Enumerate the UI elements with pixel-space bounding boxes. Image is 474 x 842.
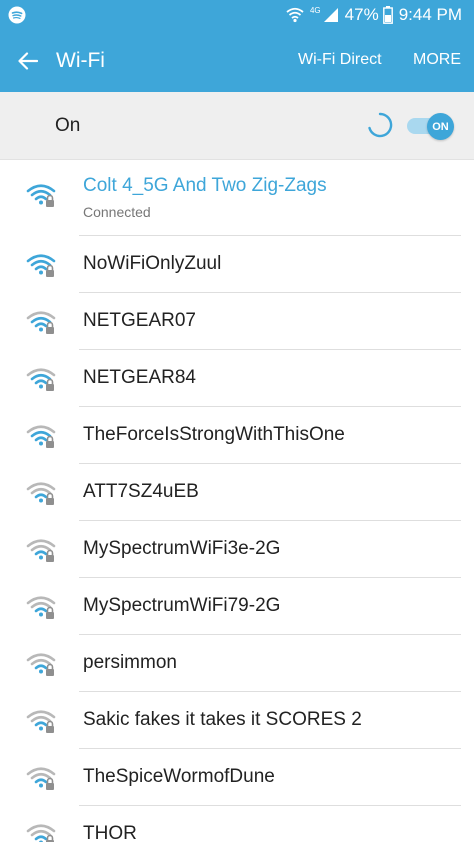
back-button[interactable] <box>10 44 46 78</box>
network-item[interactable]: MySpectrumWiFi79-2G <box>0 578 474 635</box>
network-name: NoWiFiOnlyZuul <box>83 253 222 274</box>
network-name: TheSpiceWormofDune <box>83 766 275 787</box>
network-name: ATT7SZ4uEB <box>83 481 199 502</box>
battery-percent: 47% <box>344 5 379 24</box>
wifi-signal-locked-icon <box>26 482 56 505</box>
network-name: persimmon <box>83 652 177 673</box>
wifi-signal-locked-icon <box>26 596 56 619</box>
network-name: THOR <box>83 823 137 842</box>
network-item[interactable]: THOR <box>0 806 474 842</box>
wifi-signal-locked-icon <box>26 767 56 790</box>
network-item[interactable]: MySpectrumWiFi3e-2G <box>0 521 474 578</box>
battery-icon <box>382 6 393 24</box>
wifi-signal-locked-icon <box>26 710 56 733</box>
network-item[interactable]: persimmon <box>0 635 474 692</box>
status-bar: 4G 47% 9:44 PM <box>0 0 474 30</box>
network-type-label: 4G <box>309 5 321 15</box>
network-item[interactable]: ATT7SZ4uEB <box>0 464 474 521</box>
wifi-direct-button[interactable]: Wi-Fi Direct <box>298 51 382 69</box>
network-name: MySpectrumWiFi3e-2G <box>83 538 281 559</box>
network-item[interactable]: NoWiFiOnlyZuul <box>0 236 474 293</box>
page-title: Wi-Fi <box>56 49 105 72</box>
wifi-master-switch-row[interactable]: On ON <box>0 92 474 160</box>
network-name: TheForceIsStrongWithThisOne <box>83 424 345 445</box>
network-item[interactable]: Sakic fakes it takes it SCORES 2 <box>0 692 474 749</box>
network-name: MySpectrumWiFi79-2G <box>83 595 281 616</box>
network-item[interactable]: NETGEAR84 <box>0 350 474 407</box>
network-item[interactable]: TheForceIsStrongWithThisOne <box>0 407 474 464</box>
master-switch-label: On <box>55 115 81 136</box>
network-name: NETGEAR84 <box>83 367 196 388</box>
toggle-thumb: ON <box>427 113 454 140</box>
cell-signal-icon <box>323 8 338 22</box>
more-button[interactable]: MORE <box>413 51 461 69</box>
wifi-signal-locked-icon <box>26 539 56 562</box>
wifi-signal-locked-icon <box>26 425 56 448</box>
wifi-toggle[interactable]: ON <box>407 113 454 140</box>
wifi-signal-locked-icon <box>26 824 56 842</box>
spotify-icon <box>8 6 26 24</box>
wifi-signal-locked-icon <box>26 368 56 391</box>
app-bar: Wi-Fi Wi-Fi Direct MORE <box>0 30 474 92</box>
scanning-spinner-icon <box>368 112 393 138</box>
network-item[interactable]: Colt 4_5G And Two Zig-Zags Connected <box>0 160 474 236</box>
network-name: Sakic fakes it takes it SCORES 2 <box>83 709 362 730</box>
wifi-status-icon <box>286 7 304 23</box>
network-list: Colt 4_5G And Two Zig-Zags Connected NoWiF… <box>0 160 474 842</box>
network-name: NETGEAR07 <box>83 310 196 331</box>
wifi-signal-locked-icon <box>26 311 56 334</box>
wifi-signal-locked-icon <box>26 184 56 207</box>
network-name: Colt 4_5G And Two Zig-Zags <box>83 175 327 196</box>
wifi-signal-locked-icon <box>26 653 56 676</box>
network-item[interactable]: NETGEAR07 <box>0 293 474 350</box>
clock: 9:44 PM <box>398 5 462 24</box>
wifi-signal-locked-icon <box>26 254 56 277</box>
arrow-left-icon <box>18 52 38 70</box>
network-item[interactable]: TheSpiceWormofDune <box>0 749 474 806</box>
network-status: Connected <box>83 204 151 220</box>
